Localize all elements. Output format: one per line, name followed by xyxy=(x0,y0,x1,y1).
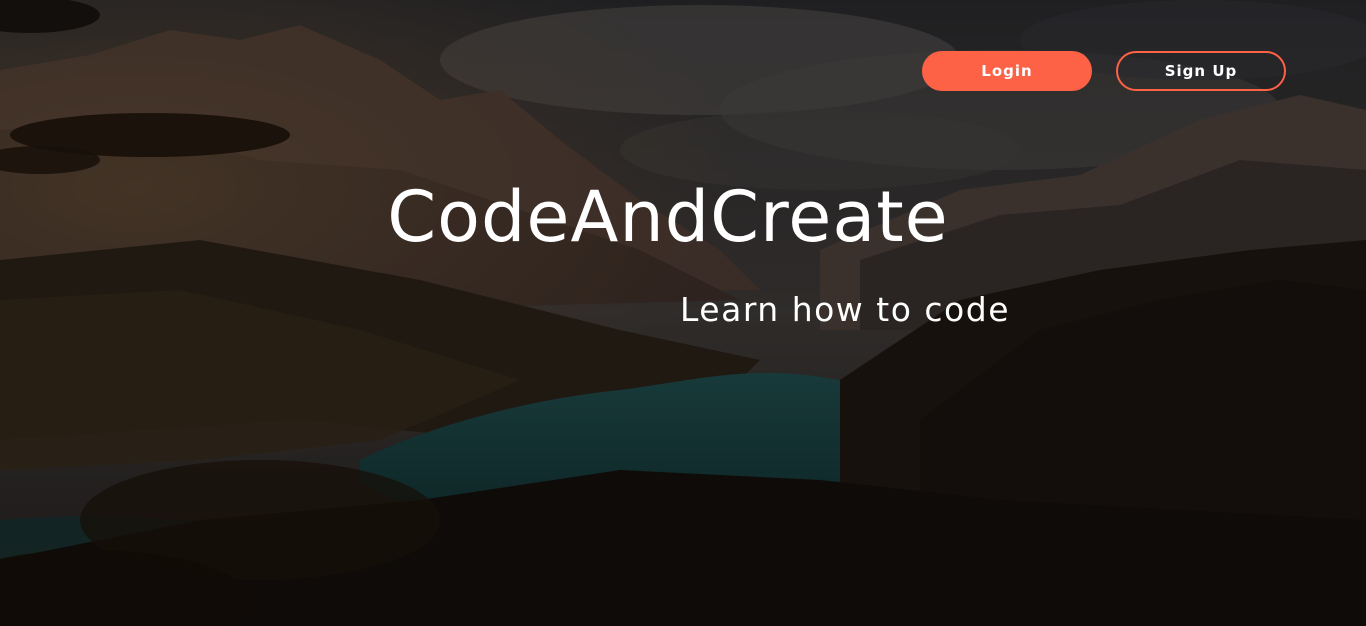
hero-tagline: Learn how to code xyxy=(679,290,1010,329)
brand-title: CodeAndCreate xyxy=(387,176,949,258)
brand-heading: CodeAndCreate xyxy=(0,176,1366,258)
hero-section: Login Sign Up CodeAndCreate Learn how to… xyxy=(0,0,1366,626)
signup-button[interactable]: Sign Up xyxy=(1116,51,1286,91)
login-button[interactable]: Login xyxy=(922,51,1092,91)
top-navigation: Login Sign Up xyxy=(922,51,1286,91)
